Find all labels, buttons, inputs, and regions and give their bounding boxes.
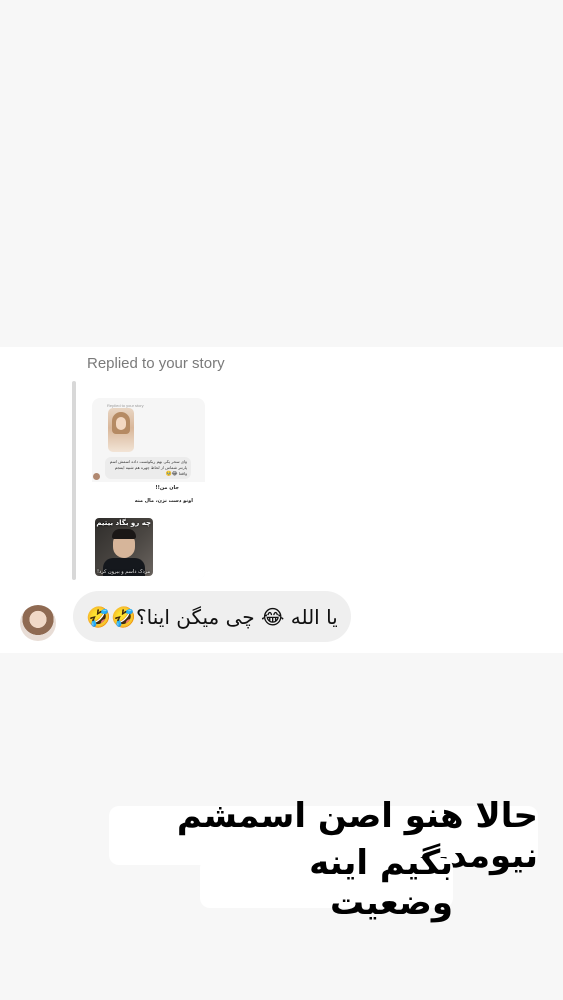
story-preview-reply-bubble: وای سحر یکی بهم ریکوئست داده اسمش اسم پا… <box>105 457 191 479</box>
story-preview-post-line1: جان من!! <box>155 485 179 491</box>
story-preview-post: جان من!! اونو دست نزن، مال منه چه رو بگا… <box>92 482 205 580</box>
story-preview-post-line2: اونو دست نزن، مال منه <box>134 498 193 504</box>
message-text: یا الله 😂 چی میگن اینا؟🤣🤣 <box>86 604 338 629</box>
story-preview-photo-caption-bottom: مردک داسم و بیرون کرد! <box>97 569 151 575</box>
message-bubble[interactable]: یا الله 😂 چی میگن اینا؟🤣🤣 <box>73 591 351 642</box>
story-thumbnail <box>108 408 134 452</box>
caption-line-2: بگیم اینه وضعیت <box>200 843 453 923</box>
sender-avatar[interactable] <box>20 605 56 641</box>
story-preview-avatar <box>93 473 100 480</box>
story-preview-card[interactable]: Replied to your story وای سحر یکی بهم ری… <box>92 398 205 580</box>
story-preview-photo: چه رو بگاد بیتیم مردک داسم و بیرون کرد! <box>95 518 153 576</box>
replied-to-story-label: Replied to your story <box>87 355 225 372</box>
story-caption: حالا هنو اصن اسمشم نیومدیم بگیم اینه وضع… <box>0 796 563 923</box>
story-preview-reply-emojis: 😂🥹 <box>165 471 178 477</box>
story-preview-photo-caption-top: چه رو بگاد بیتیم <box>96 519 151 527</box>
reply-quote-bar <box>72 381 76 580</box>
